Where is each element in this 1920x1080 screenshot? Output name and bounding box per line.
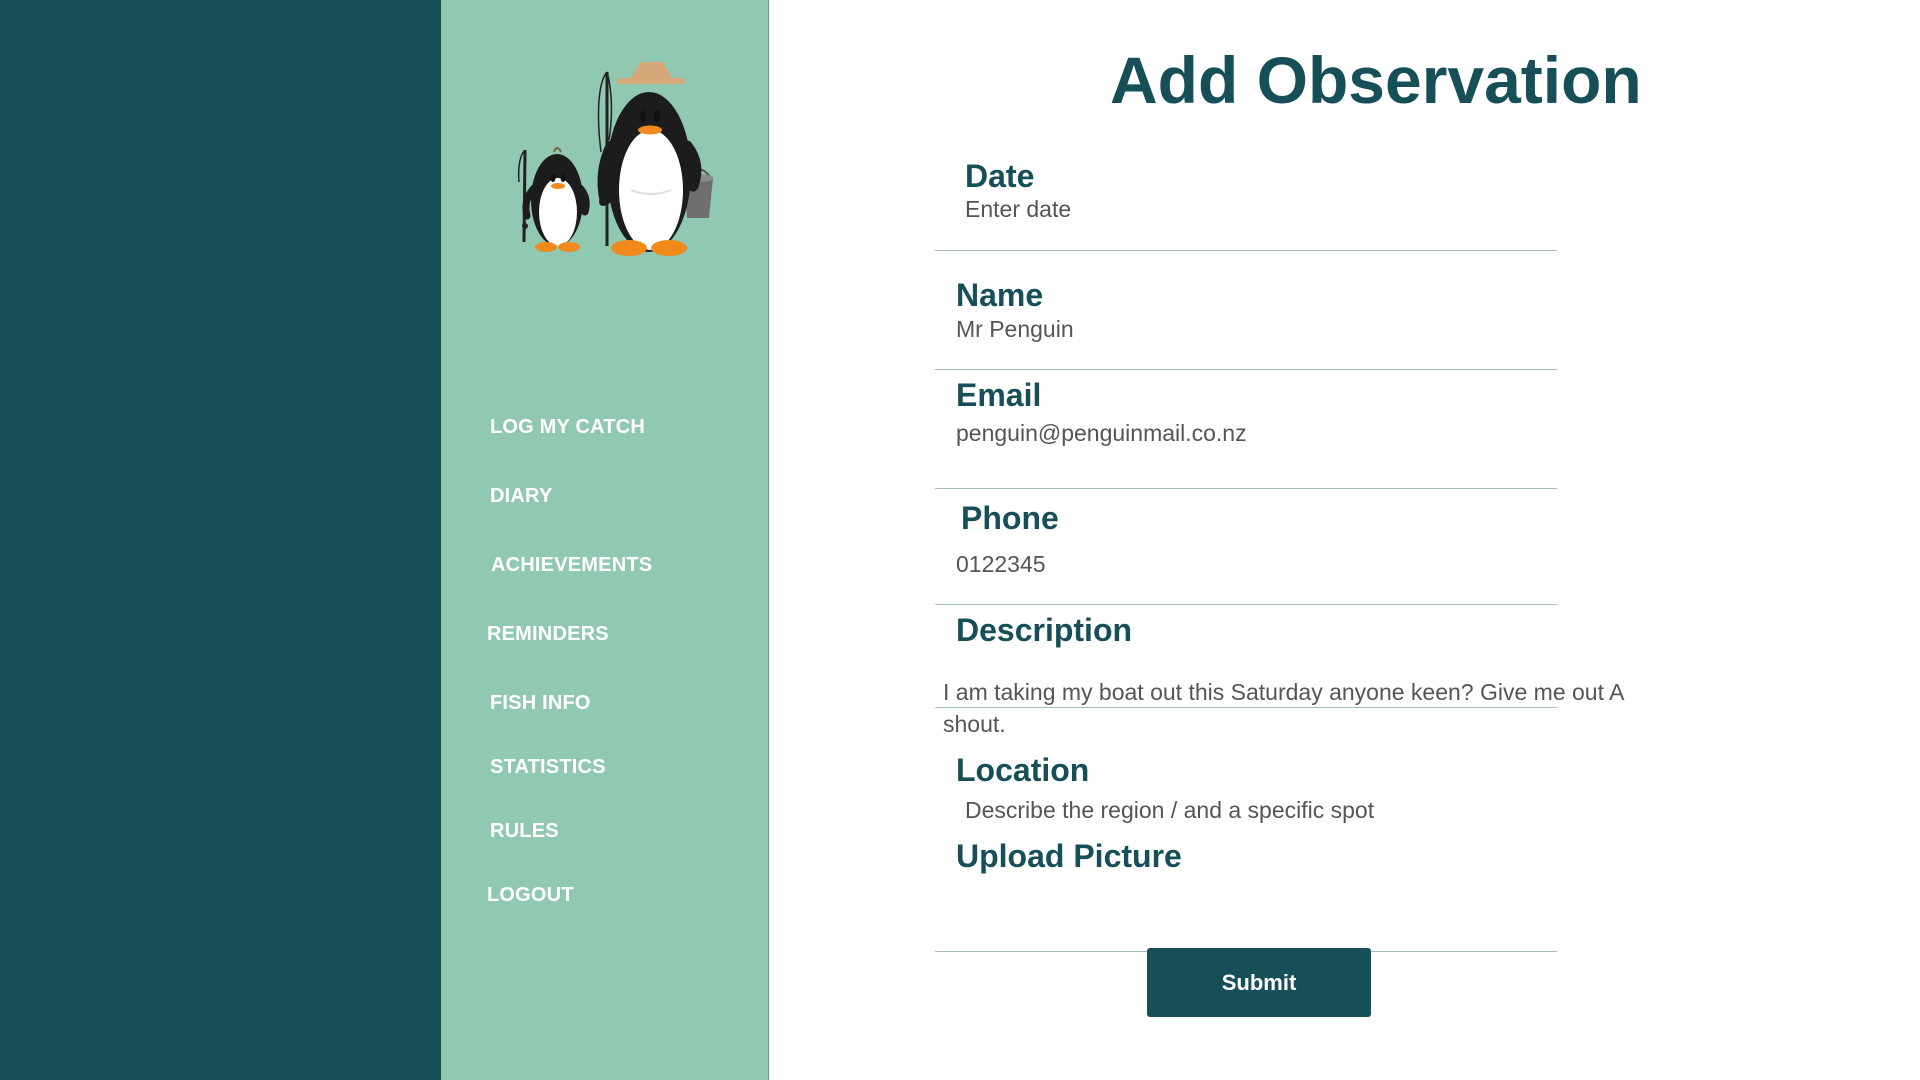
nav-item-logout[interactable]: LOGOUT [487, 884, 574, 907]
submit-button[interactable]: Submit [1147, 948, 1371, 1017]
penguin-fishing-logo-icon [517, 62, 713, 256]
date-divider [935, 250, 1557, 251]
description-label: Description [956, 612, 1133, 648]
sidebar: LOG MY CATCH DIARY ACHIEVEMENTS REMINDER… [441, 0, 769, 1080]
date-field[interactable] [965, 196, 1525, 223]
nav-item-reminders[interactable]: REMINDERS [487, 623, 609, 646]
upload-picture-label[interactable]: Upload Picture [956, 838, 1182, 875]
nav-item-statistics[interactable]: STATISTICS [490, 756, 606, 779]
email-divider [935, 488, 1557, 489]
left-dark-panel [0, 0, 441, 1080]
nav-item-log-my-catch[interactable]: LOG MY CATCH [490, 416, 645, 439]
description-field[interactable]: I am taking my boat out this Saturday an… [943, 676, 1663, 740]
description-divider [935, 707, 1557, 708]
phone-field[interactable]: 0122345 [956, 551, 1046, 578]
name-field[interactable]: Mr Penguin [956, 316, 1074, 343]
nav-item-diary[interactable]: DIARY [490, 485, 552, 508]
email-field[interactable]: penguin@penguinmail.co.nz [956, 420, 1247, 447]
nav-item-achievements[interactable]: ACHIEVEMENTS [491, 554, 652, 577]
location-label: Location [956, 752, 1090, 788]
phone-divider [935, 604, 1557, 605]
email-label: Email [956, 377, 1042, 413]
nav-item-rules[interactable]: RULES [490, 820, 559, 843]
page-title: Add Observation [1110, 43, 1642, 117]
name-divider [935, 369, 1557, 370]
date-label: Date [965, 158, 1035, 194]
name-label: Name [956, 277, 1044, 313]
location-field[interactable] [965, 797, 1565, 824]
phone-label: Phone [961, 500, 1059, 536]
nav-item-fish-info[interactable]: FISH INFO [490, 692, 591, 715]
